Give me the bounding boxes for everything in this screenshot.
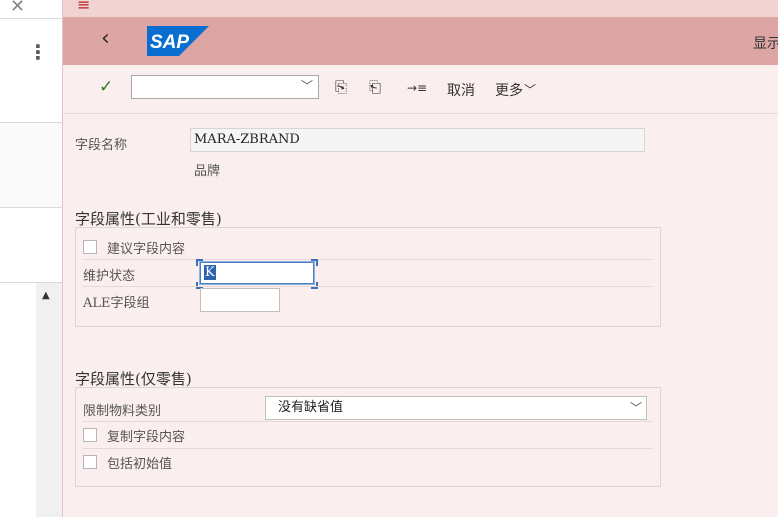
save-as-variant-icon[interactable]: ⎘ [335, 78, 347, 96]
sap-logo-text: SAP [150, 32, 189, 53]
indent-icon[interactable]: →≡ [407, 81, 427, 95]
chevron-down-icon: ﹀ [629, 401, 642, 415]
restrict-select[interactable]: 没有缺省值 ﹀ [265, 396, 647, 420]
triangle-up-icon[interactable]: ▲ [42, 290, 50, 301]
field-name-value: MARA-ZBRAND [190, 128, 645, 152]
maint-status-label: 维护状态 [83, 269, 136, 284]
suggest-checkbox[interactable] [83, 240, 97, 254]
top-strip: ≡ [63, 0, 778, 17]
section-title-industry: 字段属性(工业和零售) [75, 210, 222, 228]
copy-label: 复制字段内容 [107, 430, 186, 445]
maint-status-input[interactable]: K [199, 261, 315, 285]
left-pane: ✕ ⋮ ▲ [0, 0, 62, 517]
include-checkbox[interactable] [83, 455, 97, 469]
sap-app: ≡ ‹ SAP 显示 ✓ ﹀ ⎘ ⎗ →≡ 取消 更多 ﹀ 字段名称 MARA-… [62, 0, 778, 517]
divider [83, 421, 653, 422]
command-field[interactable] [131, 75, 319, 99]
sap-logo: SAP [147, 26, 209, 56]
export-icon[interactable]: ⎗ [369, 78, 381, 96]
page-title: 显示 [753, 36, 778, 52]
more-button[interactable]: 更多 [495, 80, 523, 100]
toolbar: ✓ ﹀ ⎘ ⎗ →≡ 取消 更多 ﹀ [63, 65, 778, 114]
focus-corner [311, 259, 318, 266]
focus-corner [196, 259, 203, 266]
field-name-label: 字段名称 [75, 138, 128, 153]
ale-label: ALE字段组 [83, 296, 150, 311]
ale-input[interactable] [200, 288, 280, 312]
chevron-down-icon[interactable]: ﹀ [301, 77, 313, 94]
divider [83, 448, 653, 449]
close-icon[interactable]: ✕ [10, 0, 25, 17]
form-area: 字段名称 MARA-ZBRAND 品牌 字段属性(工业和零售) 建议字段内容 维… [63, 114, 778, 517]
group-retail: 限制物料类别 没有缺省值 ﹀ 复制字段内容 包括初始值 [75, 387, 661, 487]
left-pane-panel [0, 122, 62, 208]
vertical-ellipsis-icon[interactable]: ⋮ [28, 42, 48, 62]
maint-status-value: K [204, 265, 216, 280]
scrollbar[interactable] [36, 283, 62, 517]
confirm-icon[interactable]: ✓ [99, 77, 113, 97]
section-title-retail: 字段属性(仅零售) [75, 370, 192, 388]
suggest-label: 建议字段内容 [107, 242, 186, 257]
divider [83, 286, 653, 287]
left-pane-header: ✕ [0, 0, 62, 19]
include-label: 包括初始值 [107, 457, 173, 472]
hamburger-icon[interactable]: ≡ [77, 0, 90, 14]
back-icon[interactable]: ‹ [101, 26, 110, 51]
restrict-label: 限制物料类别 [83, 404, 162, 419]
divider [83, 259, 653, 260]
cancel-button[interactable]: 取消 [447, 80, 475, 100]
field-description: 品牌 [194, 164, 221, 179]
copy-checkbox[interactable] [83, 428, 97, 442]
shell-bar: ‹ SAP 显示 [63, 17, 778, 65]
group-industry: 建议字段内容 维护状态 K ALE字段组 [75, 227, 661, 327]
more-chevron-icon[interactable]: ﹀ [524, 81, 536, 98]
restrict-value: 没有缺省值 [278, 400, 344, 415]
